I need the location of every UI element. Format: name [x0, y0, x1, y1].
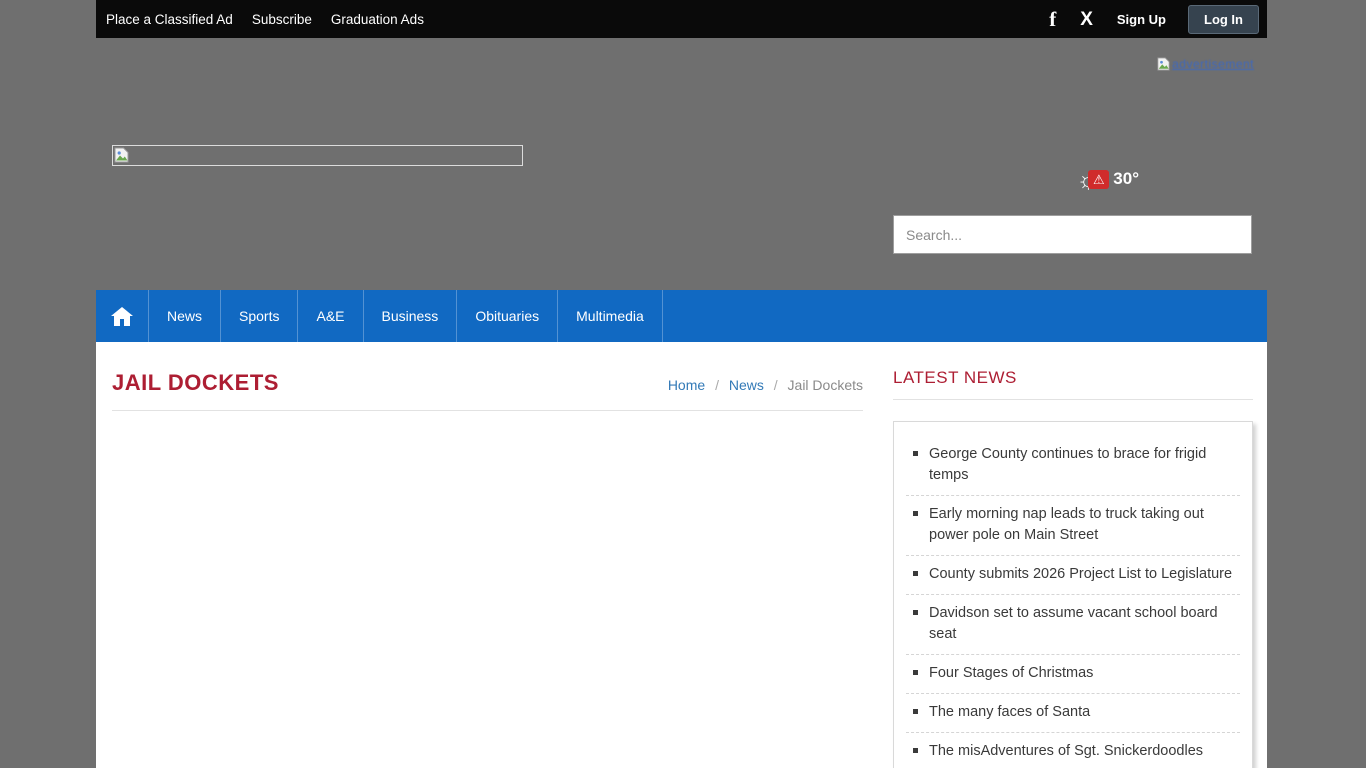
site-logo-broken-image[interactable]: [112, 145, 523, 166]
list-item[interactable]: Four Stages of Christmas: [906, 655, 1240, 694]
list-item[interactable]: Early morning nap leads to truck taking …: [906, 496, 1240, 556]
latest-news-heading: LATEST NEWS: [893, 368, 1253, 388]
main-navigation: News Sports A&E Business Obituaries Mult…: [96, 290, 1267, 342]
list-item[interactable]: George County continues to brace for fri…: [906, 436, 1240, 496]
nav-item-news[interactable]: News: [149, 290, 221, 342]
x-twitter-icon[interactable]: X: [1080, 10, 1093, 29]
nav-home-button[interactable]: [96, 290, 149, 342]
advertisement-alt-text: advertisement: [1172, 57, 1254, 71]
search-input[interactable]: [893, 215, 1252, 254]
sidebar: LATEST NEWS George County continues to b…: [893, 342, 1253, 768]
main-column: JAIL DOCKETS Home / News / Jail Dockets: [112, 342, 863, 768]
list-item-label: Four Stages of Christmas: [929, 665, 1093, 681]
broken-image-icon: [114, 147, 129, 163]
nav-item-obituaries[interactable]: Obituaries: [457, 290, 558, 342]
list-item-label: George County continues to brace for fri…: [929, 446, 1206, 483]
list-item[interactable]: Davidson set to assume vacant school boa…: [906, 595, 1240, 655]
list-item-label: Davidson set to assume vacant school boa…: [929, 605, 1218, 642]
temperature-value: 30°: [1113, 169, 1139, 189]
site-header: advertisement ☼ ⚠ 30°: [96, 38, 1267, 290]
breadcrumb-news-link[interactable]: News: [729, 377, 764, 393]
nav-item-sports[interactable]: Sports: [221, 290, 298, 342]
page-title: JAIL DOCKETS: [112, 370, 279, 396]
bullet-icon: [913, 511, 918, 516]
bullet-icon: [913, 610, 918, 615]
weather-alert-badge: ⚠: [1088, 170, 1109, 189]
breadcrumb: Home / News / Jail Dockets: [668, 377, 863, 393]
facebook-icon[interactable]: f: [1049, 9, 1056, 30]
place-classified-ad-link[interactable]: Place a Classified Ad: [106, 12, 233, 27]
bullet-icon: [913, 709, 918, 714]
log-in-button[interactable]: Log In: [1188, 5, 1259, 34]
graduation-ads-link[interactable]: Graduation Ads: [331, 12, 424, 27]
nav-item-business[interactable]: Business: [364, 290, 458, 342]
list-item[interactable]: The misAdventures of Sgt. Snickerdoodles: [906, 733, 1240, 768]
advertisement-slot[interactable]: advertisement: [1157, 57, 1254, 71]
topbar-right-group: f X Sign Up Log In: [1049, 5, 1259, 34]
list-item-label: Early morning nap leads to truck taking …: [929, 506, 1204, 543]
latest-news-box: George County continues to brace for fri…: [893, 421, 1253, 768]
list-item[interactable]: County submits 2026 Project List to Legi…: [906, 556, 1240, 595]
breadcrumb-separator: /: [715, 377, 719, 393]
nav-item-ae[interactable]: A&E: [298, 290, 363, 342]
content-area: JAIL DOCKETS Home / News / Jail Dockets …: [96, 342, 1267, 768]
title-divider: [112, 410, 863, 411]
title-row: JAIL DOCKETS Home / News / Jail Dockets: [112, 370, 863, 396]
list-item-label: The many faces of Santa: [929, 704, 1090, 720]
home-icon: [111, 307, 133, 326]
breadcrumb-home-link[interactable]: Home: [668, 377, 705, 393]
nav-item-multimedia[interactable]: Multimedia: [558, 290, 663, 342]
list-item[interactable]: The many faces of Santa: [906, 694, 1240, 733]
list-item-label: County submits 2026 Project List to Legi…: [929, 566, 1232, 582]
bullet-icon: [913, 571, 918, 576]
weather-widget[interactable]: ☼ ⚠ 30°: [1076, 166, 1139, 192]
sign-up-link[interactable]: Sign Up: [1117, 12, 1166, 27]
list-item-label: The misAdventures of Sgt. Snickerdoodles: [929, 743, 1203, 759]
page-container: Place a Classified Ad Subscribe Graduati…: [96, 0, 1267, 768]
breadcrumb-separator: /: [774, 377, 778, 393]
bullet-icon: [913, 748, 918, 753]
top-utility-bar: Place a Classified Ad Subscribe Graduati…: [96, 0, 1267, 38]
warning-triangle-icon: ⚠: [1093, 173, 1105, 186]
bullet-icon: [913, 670, 918, 675]
bullet-icon: [913, 451, 918, 456]
subscribe-link[interactable]: Subscribe: [252, 12, 312, 27]
broken-image-icon: [1157, 57, 1170, 71]
latest-news-divider: [893, 399, 1253, 400]
breadcrumb-current: Jail Dockets: [788, 377, 863, 393]
latest-news-list: George County continues to brace for fri…: [906, 436, 1240, 768]
